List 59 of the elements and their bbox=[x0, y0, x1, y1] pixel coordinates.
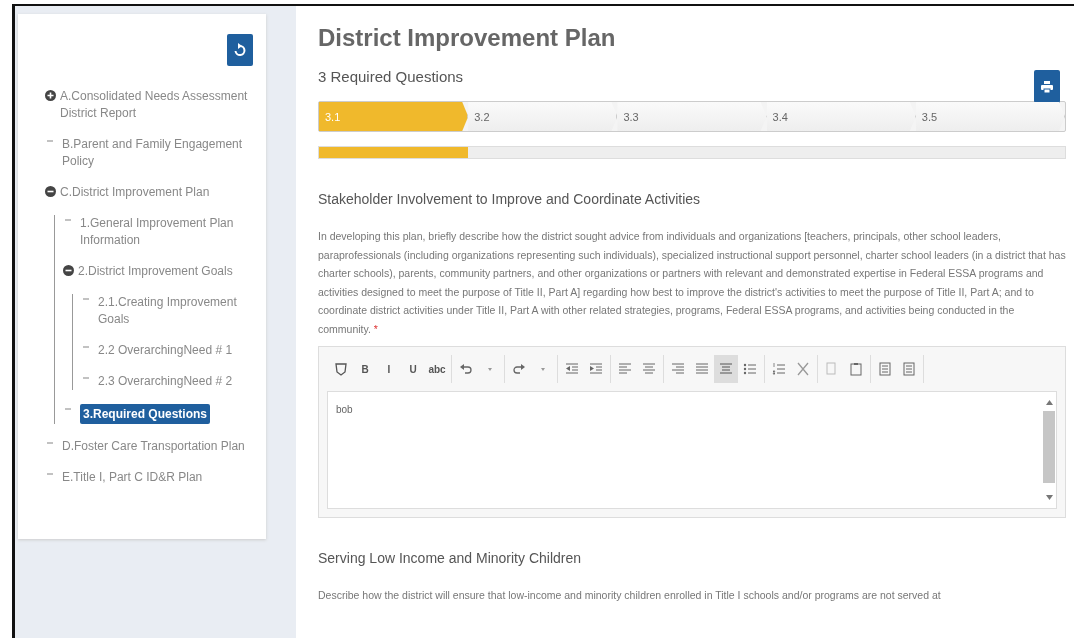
question-text: In developing this plan, briefly describe how the district sought advice from individuals and organizations [teachers, principals, other school leaders, paraprofessionals (including organizations representing such individuals), specialized instructional support personnel, charter school leaders (in a district that has charter schools), parents, community partners, and other organizations or partners with relevant and demonstrated expertise in Federal ESSA programs and activities designed to meet the purpose of Title II, Part A] regarding how best to improve the district's activities to meet the purpose of Title II, Part A; and to coordinate district activities under Title II, Part A with other related strategies, programs, Federal ESSA programs, and activities being conducted in the community. * bbox=[318, 229, 1066, 337]
align-right-icon bbox=[671, 362, 685, 376]
justify-icon bbox=[695, 362, 709, 376]
page-title: District Improvement Plan bbox=[318, 24, 617, 52]
copy-icon bbox=[825, 362, 839, 376]
question-heading: Serving Low Income and Minority Children bbox=[318, 550, 582, 566]
tree-item[interactable]: C.District Improvement Plan bbox=[60, 184, 210, 201]
dash-icon bbox=[65, 219, 71, 221]
page-subtitle: 3 Required Questions bbox=[318, 68, 464, 85]
question-text: Describe how the district will ensure that low-income and minority children enrolled in Title I schools and/or programs are not served at bbox=[318, 588, 942, 603]
numbered-list-icon bbox=[772, 362, 786, 376]
dash-icon bbox=[83, 346, 89, 348]
step-tab[interactable]: 3.3 bbox=[617, 102, 767, 131]
dash-icon bbox=[65, 408, 71, 410]
dash-icon bbox=[47, 442, 53, 444]
tree-item[interactable]: 2.2 OverarchingNeed # 1 bbox=[98, 342, 233, 359]
paste-icon bbox=[849, 362, 863, 376]
tree-item[interactable]: 2.3 OverarchingNeed # 2 bbox=[98, 373, 233, 390]
cut-icon bbox=[796, 362, 810, 376]
undo-icon bbox=[459, 362, 473, 376]
dash-icon bbox=[83, 298, 89, 300]
refresh-button[interactable] bbox=[227, 34, 253, 66]
align-left-icon bbox=[618, 362, 632, 376]
align-center-icon bbox=[642, 362, 656, 376]
scroll-down-icon bbox=[1045, 495, 1053, 500]
redo-icon bbox=[512, 362, 526, 376]
tree-item[interactable]: D.Foster Care Transportation Plan bbox=[62, 438, 245, 455]
editor-text-area[interactable]: bob bbox=[327, 391, 1057, 509]
toolbar-button[interactable]: U bbox=[401, 355, 425, 383]
step-tab[interactable]: 3.5 bbox=[915, 102, 1065, 131]
printer-icon bbox=[1041, 80, 1053, 93]
toolbar-button[interactable]: B bbox=[353, 355, 377, 383]
tree-item[interactable]: A.Consolidated Needs Assessment District Report bbox=[60, 88, 258, 122]
required-mark: * bbox=[373, 322, 378, 335]
tree-item[interactable]: E.Title I, Part C ID&R Plan bbox=[62, 469, 203, 486]
bullet-list-icon bbox=[743, 362, 757, 376]
print-button[interactable] bbox=[1034, 70, 1060, 103]
dash-icon bbox=[47, 140, 53, 142]
shield-icon bbox=[334, 362, 348, 376]
dash-icon bbox=[47, 473, 53, 475]
toolbar-button[interactable]: abc bbox=[425, 355, 449, 383]
question-heading: Stakeholder Involvement to Improve and Coordinate Activities bbox=[318, 191, 702, 207]
refresh-icon bbox=[234, 43, 246, 57]
tree-item[interactable]: 2.District Improvement Goals bbox=[78, 263, 233, 280]
tree-item[interactable]: 1.General Improvement Plan Information bbox=[80, 215, 258, 249]
page-icon bbox=[878, 362, 892, 376]
step-tab[interactable]: 3.2 bbox=[468, 102, 618, 131]
block-icon bbox=[719, 362, 733, 376]
scroll-up-icon bbox=[1045, 400, 1053, 405]
page-icon bbox=[902, 362, 916, 376]
toolbar-button[interactable]: I bbox=[377, 355, 401, 383]
dash-icon bbox=[83, 377, 89, 379]
scroll-thumb[interactable] bbox=[1043, 411, 1055, 483]
outdent-icon bbox=[565, 362, 579, 376]
tree-item[interactable]: 2.1.Creating Improvement Goals bbox=[98, 294, 258, 328]
tree-item[interactable]: B.Parent and Family Engagement Policy bbox=[62, 136, 258, 170]
indent-icon bbox=[589, 362, 603, 376]
tree-item[interactable]: 3.Required Questions bbox=[80, 404, 211, 424]
step-tab[interactable]: 3.4 bbox=[766, 102, 916, 131]
